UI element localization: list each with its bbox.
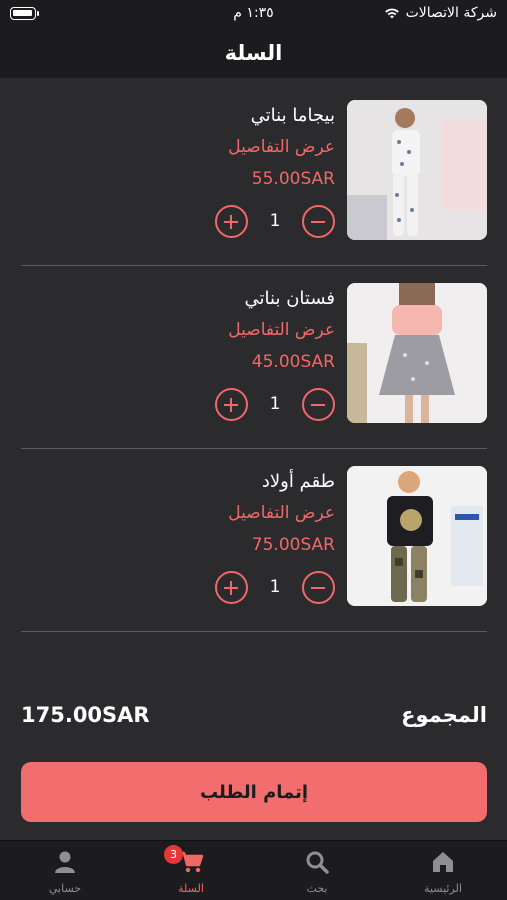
- carrier-group: شركة الاتصالات: [384, 5, 497, 21]
- product-price: 75.00SAR: [251, 535, 335, 555]
- carrier-name: شركة الاتصالات: [405, 5, 497, 21]
- view-details-link[interactable]: عرض التفاصيل: [228, 137, 335, 157]
- increase-quantity-button[interactable]: [215, 388, 248, 421]
- total-value: 175.00SAR: [21, 703, 150, 727]
- product-image-dress[interactable]: [347, 283, 487, 423]
- checkout-button[interactable]: إتمام الطلب: [21, 762, 487, 822]
- quantity-value: 1: [269, 577, 281, 597]
- decrease-quantity-button[interactable]: [302, 388, 335, 421]
- quantity-stepper: 1: [215, 205, 335, 239]
- product-name: فستان بناتي: [244, 288, 335, 309]
- view-details-link[interactable]: عرض التفاصيل: [228, 320, 335, 340]
- quantity-value: 1: [269, 394, 281, 414]
- increase-quantity-button[interactable]: [215, 205, 248, 238]
- search-icon: [306, 851, 329, 874]
- wifi-icon: [384, 8, 399, 19]
- product-price: 45.00SAR: [251, 352, 335, 372]
- cart-item: بيجاما بناتي عرض التفاصيل 55.00SAR 1: [21, 83, 487, 266]
- product-image-boys-set[interactable]: [347, 466, 487, 606]
- page-title: السلة: [224, 41, 283, 65]
- nav-bar: السلة: [0, 28, 507, 78]
- tab-label: حسابي: [48, 882, 82, 895]
- total-label: المجموع: [401, 703, 487, 727]
- product-photo-icon: [347, 283, 487, 423]
- increase-quantity-button[interactable]: [215, 571, 248, 604]
- quantity-stepper: 1: [215, 388, 335, 422]
- cart-total: المجموع 175.00SAR: [21, 703, 487, 733]
- checkout-label: إتمام الطلب: [199, 781, 309, 803]
- cart-item: فستان بناتي عرض التفاصيل 45.00SAR 1: [21, 266, 487, 449]
- tab-search[interactable]: بحث: [254, 841, 380, 900]
- cart-item: طقم أولاد عرض التفاصيل 75.00SAR 1: [21, 449, 487, 632]
- product-image-pajama[interactable]: [347, 100, 487, 240]
- tab-label: بحث: [306, 882, 328, 895]
- product-photo-icon: [347, 100, 487, 240]
- tab-bar: الرئيسية بحث 3 السلة حسابي: [0, 840, 507, 900]
- decrease-quantity-button[interactable]: [302, 205, 335, 238]
- quantity-value: 1: [269, 211, 281, 231]
- view-details-link[interactable]: عرض التفاصيل: [228, 503, 335, 523]
- decrease-quantity-button[interactable]: [302, 571, 335, 604]
- tab-label: السلة: [178, 882, 204, 895]
- person-icon: [55, 851, 75, 873]
- cart-count-badge: 3: [164, 845, 183, 864]
- tab-label: الرئيسية: [424, 882, 462, 895]
- tab-account[interactable]: حسابي: [2, 841, 128, 900]
- product-price: 55.00SAR: [251, 169, 335, 189]
- product-name: طقم أولاد: [261, 471, 335, 492]
- battery-icon: [10, 7, 39, 20]
- tab-home[interactable]: الرئيسية: [380, 841, 506, 900]
- product-name: بيجاما بناتي: [250, 105, 335, 126]
- tab-cart[interactable]: 3 السلة: [128, 841, 254, 900]
- quantity-stepper: 1: [215, 571, 335, 605]
- status-bar: شركة الاتصالات ١:٣٥ م: [0, 0, 507, 28]
- product-photo-icon: [347, 466, 487, 606]
- home-icon: [433, 852, 453, 872]
- status-time: ١:٣٥ م: [233, 5, 274, 21]
